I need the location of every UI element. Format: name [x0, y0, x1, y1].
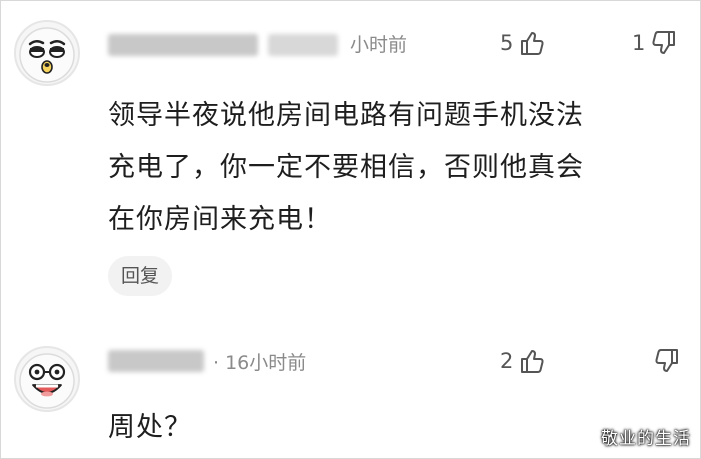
comment-time: · 16小时前 — [213, 352, 307, 374]
avatar-face-icon — [19, 353, 75, 409]
avatar[interactable] — [14, 20, 80, 86]
dislike-button[interactable]: 1 — [632, 30, 677, 56]
username-blurred[interactable] — [108, 350, 204, 372]
avatar[interactable] — [14, 346, 80, 412]
avatar-face-icon — [19, 27, 75, 83]
comment-text: 领导半夜说他房间电路有问题手机没法 充电了，你一定不要相信，否则他真会 在你房间… — [108, 100, 584, 235]
dislike-button[interactable] — [648, 348, 680, 374]
like-button[interactable]: 2 — [500, 348, 545, 374]
like-button[interactable]: 5 — [500, 30, 545, 56]
thumbs-down-icon — [654, 348, 680, 374]
thumbs-up-icon — [519, 348, 545, 374]
comment-text: 周处？ — [108, 412, 192, 443]
dislike-count: 1 — [632, 31, 646, 55]
like-count: 5 — [500, 31, 514, 55]
comment-time: 小时前 — [350, 34, 408, 56]
thumbs-down-icon — [651, 30, 677, 56]
reply-button[interactable]: 回复 — [108, 256, 173, 296]
watermark: 敬业的生活 — [601, 429, 691, 449]
thumbs-up-icon — [519, 30, 545, 56]
username-blurred[interactable] — [108, 34, 350, 56]
like-count: 2 — [500, 349, 514, 373]
